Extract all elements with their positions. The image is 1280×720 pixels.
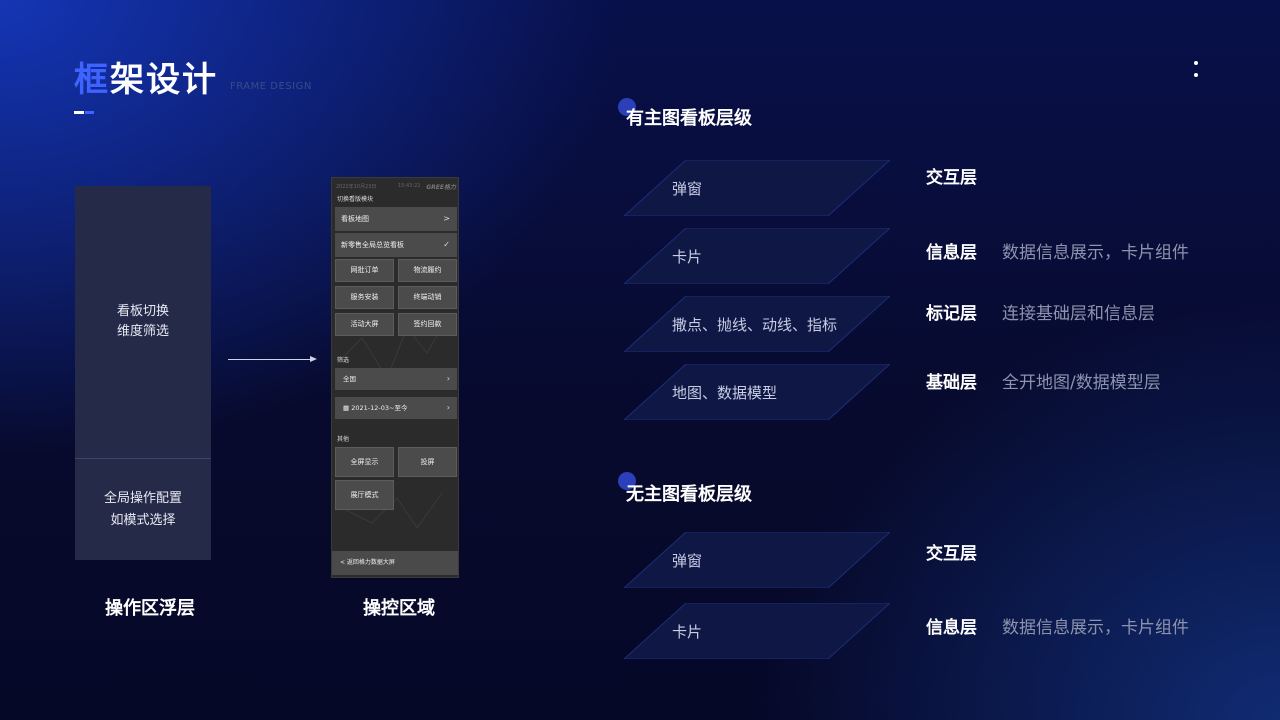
board-button-orders[interactable]: 网批订单 bbox=[335, 259, 394, 282]
layer-box-card-label: 卡片 bbox=[672, 623, 703, 641]
layer-box-card: 卡片 bbox=[624, 603, 890, 659]
section-without-map-title: 无主图看板层级 bbox=[626, 484, 752, 505]
fullscreen-button[interactable]: 全屏显示 bbox=[335, 447, 394, 477]
operation-panel-caption: 操作区浮层 bbox=[105, 598, 195, 619]
date-filter-value: 2021-12-03~至今 bbox=[351, 404, 408, 412]
page-title-rest: 架设计 bbox=[110, 60, 218, 100]
chevron-right-icon: › bbox=[446, 374, 450, 383]
page-subtitle: FRAME DESIGN bbox=[230, 81, 312, 92]
arrow-line bbox=[228, 359, 312, 360]
brand-logo: GREE格力 bbox=[426, 184, 456, 191]
board-button-sales[interactable]: 终端动销 bbox=[398, 286, 457, 309]
global-config-section: 全局操作配置 如模式选择 bbox=[75, 459, 211, 560]
row-board-map-label: 看板地图 bbox=[341, 215, 369, 223]
arrow-right-icon bbox=[310, 356, 317, 362]
layer-desc-base: 全开地图/数据模型层 bbox=[1002, 373, 1161, 393]
layer-name-info: 信息层 bbox=[926, 618, 977, 638]
layer-box-map-model: 地图、数据模型 bbox=[624, 364, 890, 420]
layer-box-popup-label: 弹窗 bbox=[672, 180, 703, 198]
other-section-label: 其他 bbox=[337, 436, 350, 443]
status-date: 2022年10月23日 bbox=[336, 184, 377, 190]
layer-box-markers-label: 撒点、抛线、动线、指标 bbox=[672, 316, 838, 334]
panel-switch-line2: 维度筛选 bbox=[116, 324, 169, 339]
control-area-mockup: 2022年10月23日 15:43:22 GREE格力 切换看版模块 看板地图 … bbox=[331, 177, 459, 578]
switch-section-label: 切换看版模块 bbox=[337, 196, 374, 203]
layer-box-card-label: 卡片 bbox=[672, 248, 703, 266]
back-to-dashboard-link[interactable]: < 返回格力数据大屏 bbox=[332, 551, 458, 575]
chevron-right-icon: › bbox=[446, 403, 450, 412]
panel-switch-section: 看板切换 维度筛选 bbox=[75, 186, 211, 458]
layer-box-map-model-label: 地图、数据模型 bbox=[672, 384, 778, 402]
check-icon: ✓ bbox=[443, 240, 450, 249]
board-button-logistics[interactable]: 物流履约 bbox=[398, 259, 457, 282]
phone-status-bar: 2022年10月23日 15:43:22 GREE格力 bbox=[336, 181, 456, 191]
operation-float-panel: 看板切换 维度筛选 全局操作配置 如模式选择 bbox=[75, 186, 211, 560]
layer-box-markers: 撒点、抛线、动线、指标 bbox=[624, 296, 890, 352]
control-area-caption: 操控区域 bbox=[363, 598, 435, 619]
global-config-line1: 全局操作配置 bbox=[103, 490, 182, 506]
board-button-payment[interactable]: 签约回款 bbox=[398, 313, 457, 336]
layer-desc-marker: 连接基础层和信息层 bbox=[1002, 304, 1155, 324]
layer-box-popup: 弹窗 bbox=[624, 532, 890, 588]
panel-switch-line1: 看板切换 bbox=[116, 304, 169, 319]
status-time: 15:43:22 bbox=[398, 183, 421, 189]
page-title-accent: 框 bbox=[74, 60, 110, 100]
board-button-installation[interactable]: 服务安装 bbox=[335, 286, 394, 309]
layer-desc-info: 数据信息展示，卡片组件 bbox=[1002, 618, 1189, 638]
chevron-right-icon: > bbox=[443, 214, 450, 223]
layer-desc-info: 数据信息展示，卡片组件 bbox=[1002, 243, 1189, 263]
region-filter-value: 全国 bbox=[343, 375, 356, 383]
layer-name-interaction: 交互层 bbox=[926, 168, 977, 188]
page-title: 框架设计 bbox=[74, 52, 218, 101]
layer-box-popup-label: 弹窗 bbox=[672, 552, 703, 570]
date-filter[interactable]: ▦ 2021-12-03~至今 › bbox=[335, 397, 457, 419]
layer-name-base: 基础层 bbox=[926, 373, 977, 393]
layer-name-interaction: 交互层 bbox=[926, 544, 977, 564]
board-button-event-screen[interactable]: 活动大屏 bbox=[335, 313, 394, 336]
cast-screen-button[interactable]: 投屏 bbox=[398, 447, 457, 477]
layer-name-marker: 标记层 bbox=[926, 304, 977, 324]
more-menu-icon[interactable] bbox=[1191, 60, 1201, 82]
row-overview-board-label: 新零售全局总览看板 bbox=[341, 241, 404, 249]
showroom-mode-button[interactable]: 展厅模式 bbox=[335, 480, 394, 510]
layer-box-card: 卡片 bbox=[624, 228, 890, 284]
global-config-line2: 如模式选择 bbox=[110, 512, 176, 528]
row-board-map[interactable]: 看板地图 > bbox=[335, 207, 457, 231]
layer-name-info: 信息层 bbox=[926, 243, 977, 263]
section-with-map-title: 有主图看板层级 bbox=[626, 108, 752, 129]
layer-box-popup: 弹窗 bbox=[624, 160, 890, 216]
filter-section-label: 筛选 bbox=[337, 357, 350, 364]
calendar-icon: ▦ bbox=[343, 404, 352, 412]
title-underline bbox=[74, 111, 94, 114]
row-overview-board[interactable]: 新零售全局总览看板 ✓ bbox=[335, 233, 457, 257]
region-filter[interactable]: 全国 › bbox=[335, 368, 457, 390]
